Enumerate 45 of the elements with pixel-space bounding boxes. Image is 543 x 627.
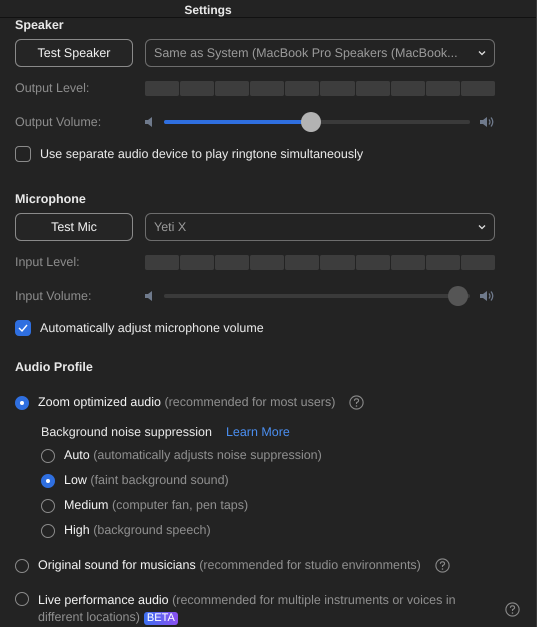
window-title: Settings bbox=[184, 3, 232, 17]
volume-slider[interactable] bbox=[164, 286, 470, 306]
section-heading: Microphone bbox=[15, 191, 87, 208]
radio-button[interactable] bbox=[15, 558, 29, 572]
test-button[interactable]: Test Mic bbox=[15, 213, 133, 241]
radio-button[interactable] bbox=[41, 524, 55, 538]
field-label: Input Volume: bbox=[15, 289, 92, 303]
radio-button[interactable] bbox=[41, 474, 55, 488]
radio-button[interactable] bbox=[41, 498, 55, 512]
learn-more-link[interactable]: Learn More bbox=[226, 425, 290, 439]
radio-button[interactable] bbox=[41, 448, 55, 462]
caret-icon bbox=[478, 50, 486, 56]
radio-label: Zoom optimized audio (recommended for most users) bbox=[38, 394, 336, 411]
help-icon[interactable] bbox=[434, 558, 450, 573]
suppression-label: Background noise suppression bbox=[41, 425, 212, 439]
radio-label: Low (faint background sound) bbox=[64, 472, 229, 489]
checkmark-icon bbox=[17, 323, 29, 333]
help-icon[interactable] bbox=[505, 602, 520, 617]
speaker-high-icon bbox=[480, 290, 495, 302]
section-heading: Audio Profile bbox=[15, 359, 94, 376]
section-heading: Speaker bbox=[15, 17, 65, 34]
checkbox[interactable] bbox=[15, 320, 31, 336]
checkbox-label: Use separate audio device to play ringtone simultaneously bbox=[40, 147, 364, 161]
radio-label: Auto (automatically adjusts noise suppression) bbox=[64, 447, 322, 464]
speaker-low-icon bbox=[145, 291, 154, 301]
checkbox[interactable] bbox=[15, 146, 31, 162]
device-dropdown[interactable]: Yeti X bbox=[145, 213, 495, 241]
field-label: Input Level: bbox=[15, 255, 81, 269]
field-label: Output Level: bbox=[15, 81, 90, 95]
device-dropdown[interactable]: Same as System (MacBook Pro Speakers (MacBook... bbox=[145, 39, 495, 67]
volume-slider[interactable] bbox=[164, 112, 470, 132]
test-button[interactable]: Test Speaker bbox=[15, 39, 133, 67]
caret-icon bbox=[478, 224, 486, 230]
speaker-low-icon bbox=[145, 117, 154, 127]
radio-button[interactable] bbox=[15, 396, 29, 410]
radio-label: Medium (computer fan, pen taps) bbox=[64, 497, 248, 514]
beta-badge: BETA bbox=[144, 612, 178, 625]
speaker-high-icon bbox=[480, 116, 495, 128]
radio-label: Live performance audio (recommended for multiple instruments or voices in different locations) BETA bbox=[38, 592, 457, 626]
radio-button[interactable] bbox=[15, 592, 29, 606]
help-icon[interactable] bbox=[349, 395, 364, 410]
checkbox-label: Automatically adjust microphone volume bbox=[40, 321, 264, 335]
radio-label: Original sound for musicians (recommended for studio environments) bbox=[38, 557, 421, 574]
radio-label: High (background speech) bbox=[64, 522, 211, 539]
field-label: Output Volume: bbox=[15, 115, 102, 129]
